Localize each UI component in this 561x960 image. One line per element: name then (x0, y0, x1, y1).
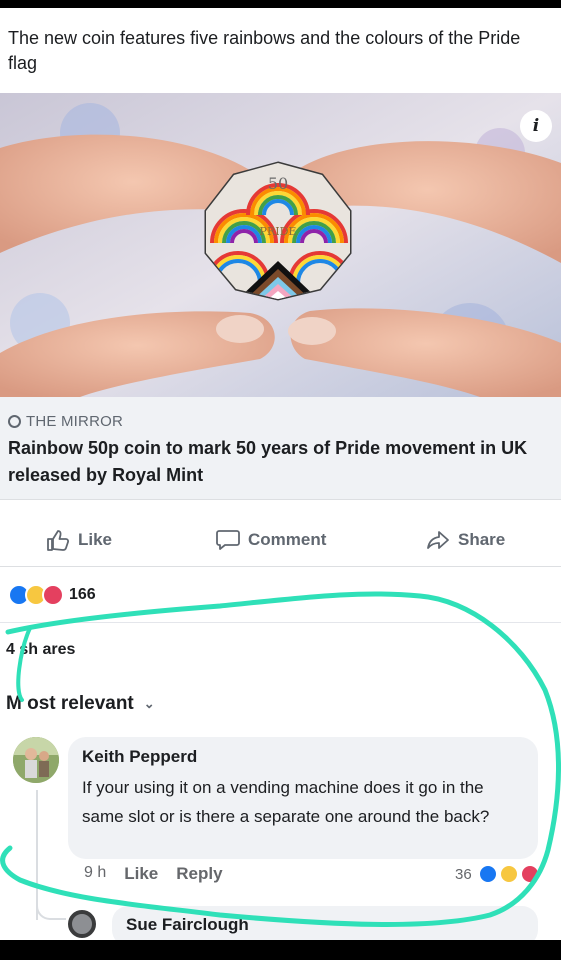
like-label: Like (78, 530, 113, 549)
link-preview-meta[interactable]: THE MIRROR Rainbow 50p coin to mark 50 y… (0, 397, 561, 500)
coin-value-text: 50 (268, 174, 288, 193)
avatar-photo (13, 737, 59, 783)
comment-reactions[interactable]: 36 (455, 864, 540, 884)
love-reaction-icon (477, 864, 498, 884)
avatar[interactable] (13, 737, 59, 783)
thumbs-up-icon (47, 530, 70, 551)
comment-bubble-icon (216, 530, 240, 550)
comment-time[interactable]: 9 h (84, 864, 106, 884)
link-source-label: THE MIRROR (26, 413, 123, 430)
link-title[interactable]: Rainbow 50p coin to mark 50 years of Pri… (8, 435, 553, 489)
reply-avatar[interactable] (68, 910, 96, 938)
post-actions-bar: Like Comment Share (0, 515, 561, 567)
sort-label: M ost relevant (6, 693, 134, 714)
comment-label: Comment (248, 530, 327, 549)
link-source: THE MIRROR (8, 413, 123, 430)
comment-button[interactable]: Comment (216, 529, 326, 551)
coin-pride-text: PRIDE (260, 225, 297, 238)
angry-reaction-icon (42, 584, 64, 606)
thread-connector (36, 880, 66, 920)
post-caption: The new coin features five rainbows and … (8, 28, 521, 73)
angry-reaction-icon (519, 864, 540, 884)
comment-author[interactable]: Keith Pepperd (82, 747, 524, 767)
source-globe-icon (8, 415, 21, 428)
comment-sort-dropdown[interactable]: M ost relevant ⌄ (6, 693, 155, 715)
divider (0, 622, 561, 623)
reply-author[interactable]: Sue Fairclough (126, 915, 524, 935)
share-arrow-icon (427, 531, 449, 549)
bottom-border (0, 940, 561, 960)
reaction-summary[interactable]: 166 (8, 584, 96, 606)
comment-reply-link[interactable]: Reply (176, 864, 222, 884)
coin-photo: 50 PRIDE (0, 93, 561, 397)
comment-reaction-count: 36 (455, 865, 472, 883)
share-label: Share (458, 530, 506, 549)
info-icon[interactable]: i (520, 110, 552, 142)
top-border (0, 0, 561, 8)
comment-meta: 9 h Like Reply (84, 864, 223, 884)
haha-reaction-icon (498, 864, 519, 884)
comment-text: If your using it on a vending machine do… (82, 778, 490, 826)
share-button[interactable]: Share (426, 529, 505, 551)
shares-count[interactable]: 4 sh ares (6, 641, 75, 659)
reaction-count: 166 (69, 586, 96, 603)
chevron-down-icon: ⌄ (143, 696, 155, 711)
link-preview-image[interactable]: 50 PRIDE (0, 93, 561, 397)
comment-like-link[interactable]: Like (124, 864, 158, 884)
comment-bubble: Keith Pepperd If your using it on a vend… (68, 737, 538, 859)
like-button[interactable]: Like (46, 529, 112, 551)
